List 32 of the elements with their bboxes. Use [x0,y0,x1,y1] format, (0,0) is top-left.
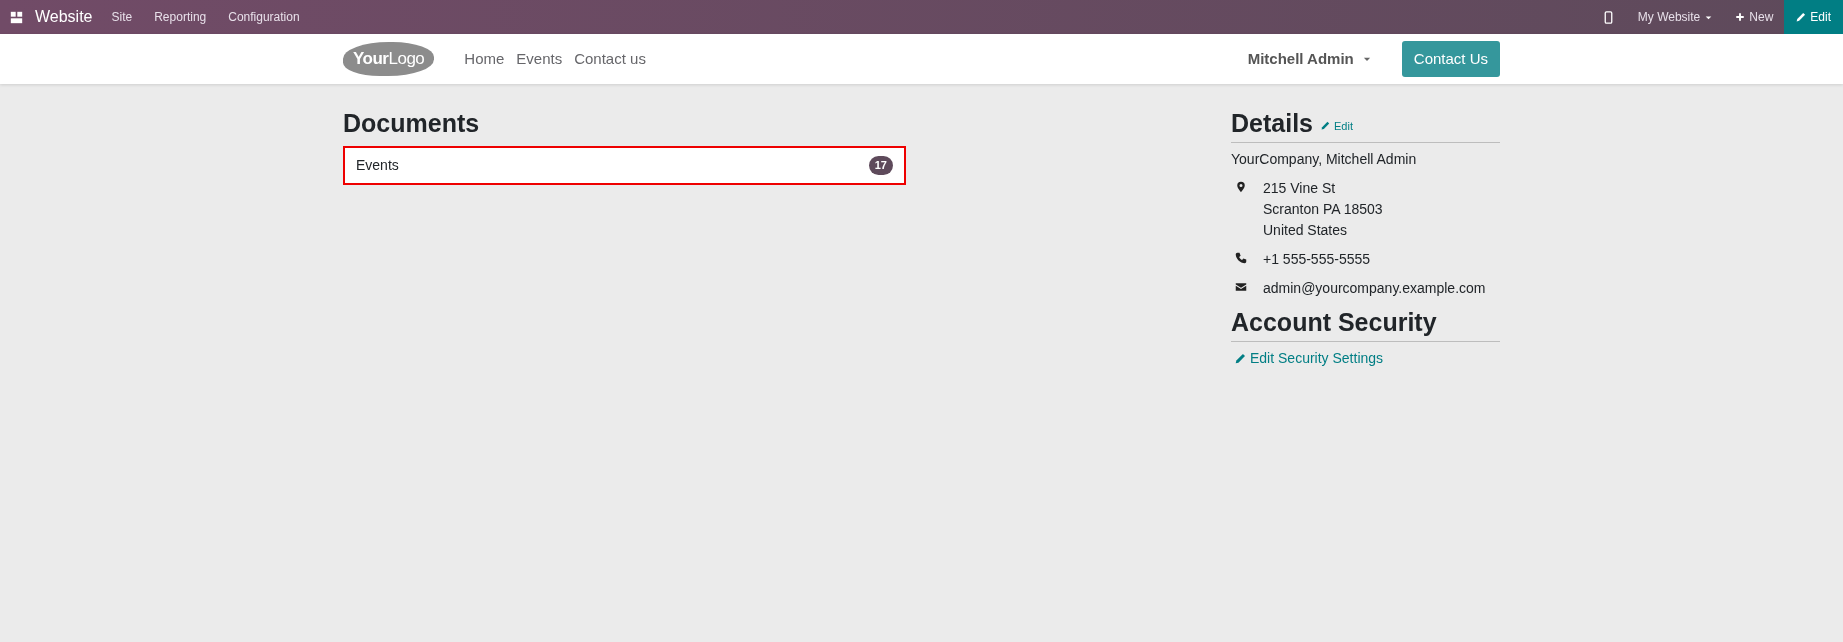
plus-icon [1735,12,1746,22]
phone-icon [1235,252,1247,264]
pencil-icon [1796,12,1807,22]
user-menu[interactable]: Mitchell Admin [1241,46,1378,72]
envelope-icon [1235,281,1247,293]
app-name[interactable]: Website [35,5,101,29]
address-text: 215 Vine St Scranton PA 18503 United States [1263,179,1383,240]
new-button[interactable]: New [1724,0,1785,34]
pencil-icon [1235,353,1246,364]
document-item[interactable]: Events 17 [343,146,906,185]
menu-item[interactable]: Site [100,0,144,34]
section-title: Account Security [1231,307,1500,342]
nav-link[interactable]: Home [458,47,511,71]
count-badge: 17 [868,156,893,175]
menu-item[interactable]: Reporting [143,0,218,34]
nav-link[interactable]: Events [510,47,569,71]
section-title: Documents [343,108,481,138]
contact-us-button[interactable]: Contact Us [1401,40,1500,78]
menu-item[interactable]: Configuration [217,0,311,34]
email-text: admin@yourcompany.example.com [1263,279,1486,298]
edit-button[interactable]: Edit [1784,0,1843,34]
section-title: Details [1231,108,1313,138]
edit-link[interactable]: Edit [1321,117,1353,138]
nav-link[interactable]: Contact us [568,47,652,71]
location-pin-icon [1235,181,1247,193]
website-switcher[interactable]: My Website [1626,0,1725,34]
company-name: YourCompany, Mitchell Admin [1231,150,1418,169]
pencil-icon [1321,121,1330,131]
phone-text: +1 555-555-5555 [1263,250,1371,269]
security-settings-link[interactable]: Edit Security Settings [1231,348,1384,369]
apps-icon[interactable] [10,10,23,24]
logo[interactable]: YourLogo [343,42,435,76]
